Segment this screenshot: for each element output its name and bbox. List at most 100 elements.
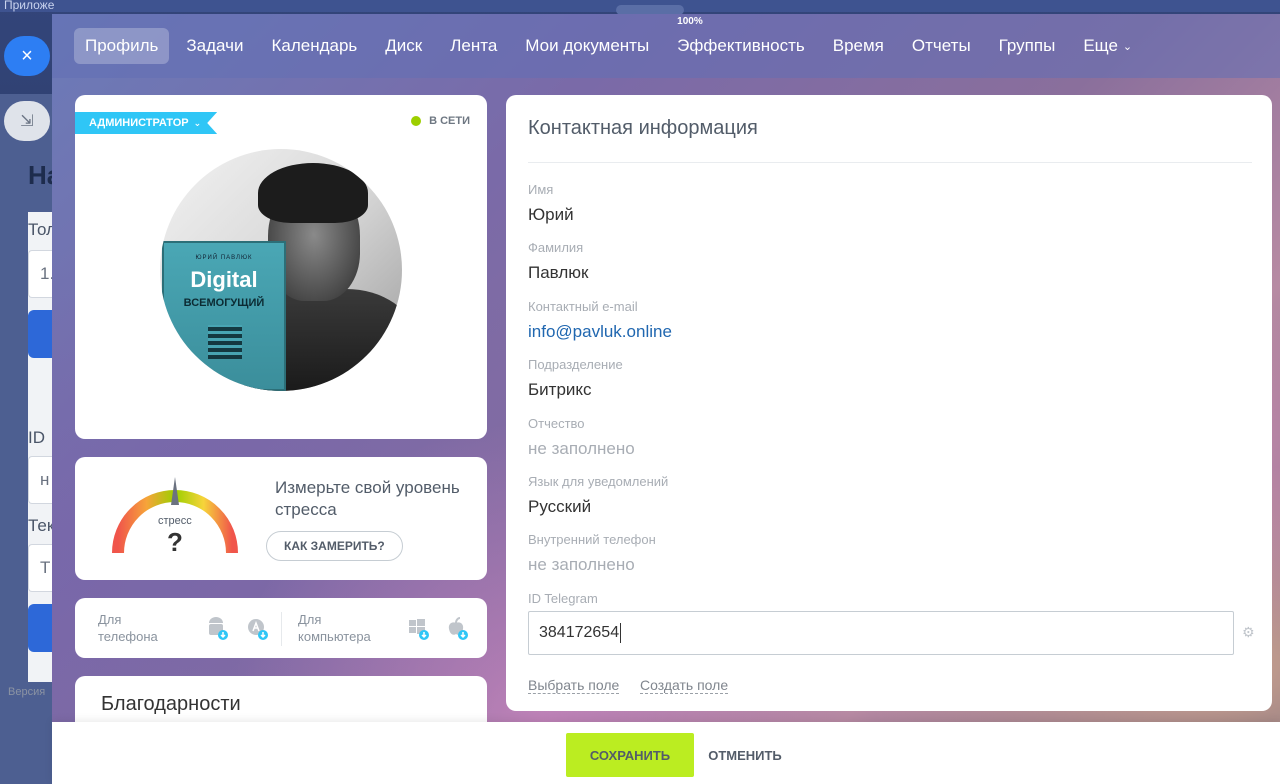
tab-time[interactable]: Время — [822, 28, 895, 64]
telegram-id-input[interactable]: 384172654 — [528, 611, 1234, 655]
form-footer: СОХРАНИТЬ ОТМЕНИТЬ — [52, 722, 1280, 784]
role-label: АДМИНИСТРАТОР — [89, 117, 189, 129]
field-email[interactable]: Контактный e-mail info@pavluk.online — [528, 299, 672, 342]
tab-disk[interactable]: Диск — [374, 28, 433, 64]
field-patronymic[interactable]: Отчество не заполнено — [528, 416, 635, 459]
field-value: Юрий — [528, 205, 574, 224]
field-label: ID Telegram — [528, 591, 598, 606]
tab-label: Мои документы — [525, 36, 650, 55]
collapse-slider-button[interactable]: ⇲ — [4, 101, 50, 141]
input-value: 384172654 — [539, 624, 620, 641]
book-author: ЮРИЙ ПАВЛЮК — [195, 255, 253, 261]
select-field-link[interactable]: Выбрать поле — [528, 677, 620, 694]
tab-calendar[interactable]: Календарь — [260, 28, 368, 64]
role-badge[interactable]: АДМИНИСТРАТОР ⌄ — [75, 112, 218, 134]
field-value: Битрикс — [528, 380, 592, 399]
windows-icon[interactable] — [406, 616, 430, 640]
tab-more[interactable]: Еще ⌄ — [1072, 28, 1143, 64]
field-label: Имя — [528, 182, 554, 197]
tab-label: Лента — [450, 36, 498, 55]
field-value: Русский — [528, 497, 592, 516]
field-notification-language[interactable]: Язык для уведомлений Русский — [528, 474, 668, 517]
tab-label: Диск — [385, 36, 423, 55]
label-line: компьютера — [298, 629, 371, 644]
field-last-name[interactable]: Фамилия Павлюк — [528, 240, 588, 283]
tab-feed[interactable]: Лента — [439, 28, 508, 64]
online-dot-icon — [411, 116, 422, 126]
android-icon[interactable] — [205, 616, 229, 640]
field-label: Фамилия — [528, 240, 584, 255]
efficiency-badge: 100% — [677, 16, 703, 27]
profile-top-nav: Профиль Задачи Календарь Диск Лента Мои … — [52, 14, 1280, 78]
background-text: н — [40, 470, 50, 489]
save-button[interactable]: СОХРАНИТЬ — [566, 733, 694, 777]
tab-my-documents[interactable]: Мои документы — [514, 28, 660, 64]
tab-label: Профиль — [85, 36, 159, 55]
tab-label: Календарь — [271, 36, 358, 55]
field-value: не заполнено — [528, 439, 635, 458]
text-caret — [620, 622, 622, 643]
profile-slider: Профиль Задачи Календарь Диск Лента Мои … — [52, 14, 1280, 784]
background-text: Тек — [28, 516, 55, 535]
collapse-icon: ⇲ — [20, 113, 34, 130]
gauge-label: стресс — [158, 515, 192, 527]
field-label: Внутренний телефон — [528, 532, 656, 547]
field-internal-phone[interactable]: Внутренний телефон не заполнено — [528, 532, 656, 575]
tab-profile[interactable]: Профиль — [74, 28, 170, 64]
chevron-down-icon: ⌄ — [1122, 40, 1133, 53]
background-text: Т — [40, 558, 51, 577]
field-telegram-id: ID Telegram — [528, 591, 598, 607]
thanks-title: Благодарности — [101, 693, 241, 715]
gear-icon[interactable]: ⚙ — [1242, 625, 1256, 639]
qr-code-icon — [208, 325, 242, 359]
tab-label: Эффективность — [677, 36, 805, 55]
profile-card: АДМИНИСТРАТОР ⌄ В СЕТИ ЮРИЙ ПАВЛЮК Digit… — [75, 95, 487, 439]
field-label: Язык для уведомлений — [528, 474, 669, 489]
online-status-label: В СЕТИ — [429, 115, 470, 127]
close-slider-button[interactable]: × — [4, 36, 50, 76]
avatar-hair — [258, 163, 368, 223]
field-value: Павлюк — [528, 263, 589, 282]
email-link[interactable]: info@pavluk.online — [528, 322, 672, 342]
gauge-value: ? — [167, 527, 183, 557]
avatar[interactable]: ЮРИЙ ПАВЛЮК Digital ВСЕМОГУЩИЙ — [160, 149, 402, 391]
appstore-icon[interactable] — [245, 616, 269, 640]
field-label: Подразделение — [528, 357, 623, 372]
tab-reports[interactable]: Отчеты — [901, 28, 982, 64]
chevron-down-icon: ⌄ — [193, 117, 202, 128]
field-first-name[interactable]: Имя Юрий — [528, 182, 574, 225]
contact-info-title: Контактная информация — [528, 117, 758, 139]
background-text: ID — [28, 428, 45, 447]
online-status: В СЕТИ — [411, 115, 470, 127]
field-department[interactable]: Подразделение Битрикс — [528, 357, 623, 400]
tab-efficiency[interactable]: 100% Эффективность — [666, 16, 816, 64]
book-title: Digital — [190, 267, 258, 292]
close-icon: × — [21, 44, 33, 67]
background-text: Версия — [8, 686, 46, 698]
measure-stress-button[interactable]: КАК ЗАМЕРИТЬ? — [266, 531, 403, 561]
label-line: телефона — [98, 629, 158, 644]
divider — [281, 612, 282, 646]
contact-info-card: Контактная информация Имя Юрий Фамилия П… — [506, 95, 1272, 711]
field-label: Контактный e-mail — [528, 299, 638, 314]
computer-apps-label: Для компьютера — [298, 611, 371, 645]
phone-apps-label: Для телефона — [98, 611, 158, 645]
divider — [528, 162, 1252, 163]
stress-card: стресс ? Измерьте свой уровень стресса К… — [75, 457, 487, 580]
tab-tasks[interactable]: Задачи — [175, 28, 254, 64]
tab-label: Задачи — [186, 36, 244, 55]
background-hint: Приложе — [4, 0, 55, 12]
tab-groups[interactable]: Группы — [988, 28, 1067, 64]
tab-label: Отчеты — [911, 36, 971, 55]
background-topbar: Приложе — [0, 0, 1280, 15]
label-line: Для — [98, 612, 122, 627]
label-line: Для — [298, 612, 322, 627]
stress-text: Измерьте свой уровень стресса — [275, 478, 460, 519]
tab-label: Группы — [998, 36, 1056, 55]
apps-card: Для телефона Для компьютера — [75, 598, 487, 658]
apple-icon[interactable] — [445, 616, 469, 640]
create-field-link[interactable]: Создать поле — [640, 677, 729, 694]
tab-label: Еще — [1083, 36, 1118, 55]
tab-label: Время — [832, 36, 884, 55]
cancel-button[interactable]: ОТМЕНИТЬ — [702, 733, 788, 777]
